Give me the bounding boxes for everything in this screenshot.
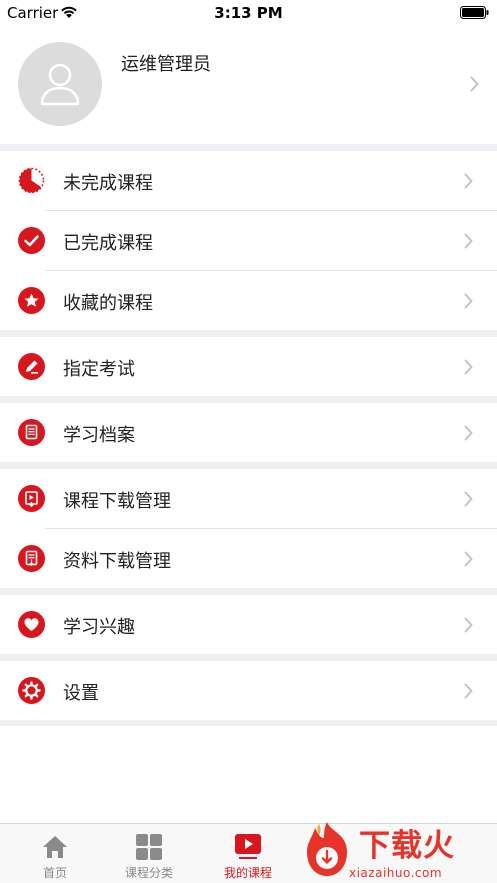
home-icon xyxy=(43,836,67,858)
menu-item-label: 已完成课程 xyxy=(63,233,153,254)
settings-gear-icon xyxy=(18,677,45,704)
section-gap xyxy=(0,396,497,403)
heart-icon xyxy=(18,611,45,638)
menu-item-incomplete-courses[interactable]: 未完成课程 xyxy=(0,151,497,210)
section-gap xyxy=(0,588,497,595)
document-icon xyxy=(18,419,45,446)
chevron-right-icon xyxy=(470,76,479,92)
menu-item-material-download-manager[interactable]: 资料下载管理 xyxy=(0,529,497,588)
video-download-icon xyxy=(18,485,45,512)
profile-header[interactable]: 运维管理员 xyxy=(0,26,497,144)
menu-item-label: 资料下载管理 xyxy=(63,551,171,572)
file-download-icon xyxy=(18,545,45,572)
grid-icon xyxy=(136,834,162,860)
section-gap xyxy=(0,144,497,151)
chevron-right-icon xyxy=(464,683,473,699)
play-video-icon xyxy=(235,834,261,859)
menu-item-course-download-manager[interactable]: 课程下载管理 xyxy=(0,469,497,528)
menu-item-learning-record[interactable]: 学习档案 xyxy=(0,403,497,462)
watermark-logo: 下载火 xiazaihuo.com xyxy=(293,818,497,883)
chevron-right-icon xyxy=(464,173,473,189)
menu-item-favorite-courses[interactable]: 收藏的课程 xyxy=(0,271,497,330)
half-circle-progress-icon xyxy=(18,167,45,194)
pencil-icon xyxy=(18,353,45,380)
flame-download-icon xyxy=(307,822,347,876)
section-gap xyxy=(0,462,497,469)
chevron-right-icon xyxy=(464,551,473,567)
checkmark-circle-icon xyxy=(18,227,45,254)
menu-item-label: 学习兴趣 xyxy=(63,617,135,638)
menu-item-label: 未完成课程 xyxy=(63,173,153,194)
battery-icon xyxy=(460,6,489,19)
chevron-right-icon xyxy=(464,233,473,249)
avatar[interactable] xyxy=(18,42,102,126)
menu-item-learning-interest[interactable]: 学习兴趣 xyxy=(0,595,497,654)
chevron-right-icon xyxy=(464,425,473,441)
menu-item-assigned-exam[interactable]: 指定考试 xyxy=(0,337,497,396)
star-icon xyxy=(18,287,45,314)
menu-item-label: 课程下载管理 xyxy=(63,491,171,512)
chevron-right-icon xyxy=(464,491,473,507)
watermark-title: 下载火 xyxy=(359,828,455,864)
menu-item-label: 设置 xyxy=(63,683,99,704)
app-root: Carrier 3:13 PM 运维管理员 未完成课程 已完成课程 收藏的课程 … xyxy=(0,0,497,883)
chevron-right-icon xyxy=(464,359,473,375)
watermark-domain: xiazaihuo.com xyxy=(349,866,443,880)
section-gap xyxy=(0,720,497,726)
menu-item-settings[interactable]: 设置 xyxy=(0,661,497,720)
profile-name: 运维管理员 xyxy=(121,54,211,75)
menu-item-label: 收藏的课程 xyxy=(63,293,153,314)
menu-item-label: 学习档案 xyxy=(63,425,135,446)
tab-course-categories[interactable]: 课程分类 xyxy=(94,824,204,883)
chevron-right-icon xyxy=(464,617,473,633)
menu-item-label: 指定考试 xyxy=(63,359,135,380)
person-placeholder-icon xyxy=(40,63,80,106)
status-time: 3:13 PM xyxy=(214,4,283,22)
tab-label: 课程分类 xyxy=(124,866,173,880)
section-gap xyxy=(0,654,497,661)
menu-item-completed-courses[interactable]: 已完成课程 xyxy=(0,211,497,270)
chevron-right-icon xyxy=(464,293,473,309)
status-bar: Carrier 3:13 PM xyxy=(0,0,497,26)
tab-my-courses[interactable]: 我的课程 xyxy=(193,824,303,883)
tab-label: 我的课程 xyxy=(223,866,272,880)
section-gap xyxy=(0,330,497,337)
